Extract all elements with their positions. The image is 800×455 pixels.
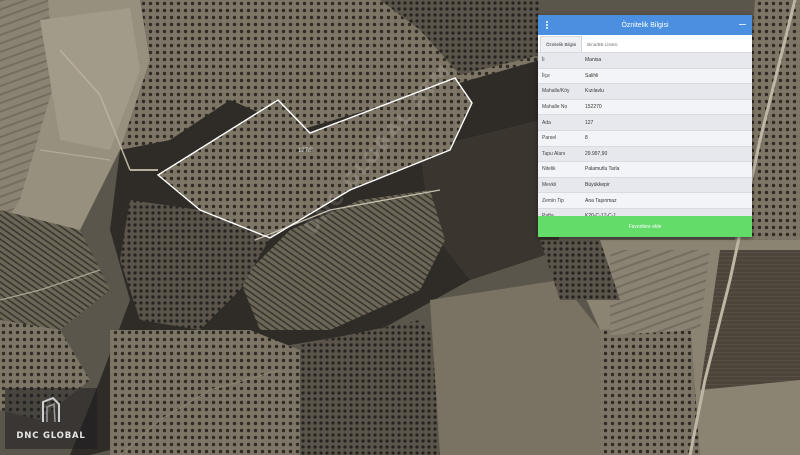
minus-icon[interactable] (738, 20, 747, 29)
panel-header: Öznitelik Bilgisi (538, 15, 752, 35)
panel-tabs: Öznitelik Bilgisi Bina/BB Listesi (538, 35, 752, 53)
row-label: İlçe (542, 72, 550, 79)
attribute-info-panel: Öznitelik Bilgisi Öznitelik Bilgisi Bina… (538, 15, 752, 237)
tab-attribute-info[interactable]: Öznitelik Bilgisi (540, 36, 583, 52)
row-value: 127 (585, 119, 594, 126)
table-row: Mevkii Büyükkepir (538, 177, 752, 194)
row-label: Tapu Alanı (542, 150, 566, 157)
row-value: Manisa (585, 57, 602, 64)
row-value: Palamutlu Tarla (585, 166, 620, 173)
row-value: Kızılavlu (585, 88, 604, 95)
row-label: Nitelik (542, 166, 556, 173)
vertical-dots-icon[interactable] (542, 19, 552, 31)
row-label: Ada (542, 119, 551, 126)
table-row: Nitelik Palamutlu Tarla (538, 162, 752, 178)
add-to-favorites-button[interactable]: Favorilere ekle (538, 216, 752, 237)
table-row: Parsel 8 (538, 130, 752, 147)
table-row: Zemin Tip Ana Taşınmaz (538, 193, 752, 209)
row-value: Salihli (585, 72, 599, 79)
table-row: Mahalle/Köy Kızılavlu (538, 84, 752, 100)
table-row: Mahalle No 152270 (538, 99, 752, 116)
row-label: Mahalle/Köy (542, 88, 570, 95)
table-row: Ada 127 (538, 115, 752, 131)
attribute-table: İl Manisa İlçe Salihli Mahalle/Köy Kızılavl… (538, 53, 752, 225)
table-row: İlçe Salihli (538, 68, 752, 85)
row-label: Zemin Tip (542, 197, 564, 204)
row-value: Ana Taşınmaz (585, 197, 617, 204)
row-label: İl (542, 57, 545, 64)
table-row: İl Manisa (538, 53, 752, 69)
table-row: Tapu Alanı 29.997,90 (538, 146, 752, 163)
row-label: Mevkii (542, 182, 557, 189)
parcel-number-label: 127/8 (298, 148, 314, 154)
tab-building-list[interactable]: Bina/BB Listesi (582, 37, 622, 52)
row-value: 152270 (585, 104, 602, 111)
row-value: Büyükkepir (585, 182, 610, 189)
panel-title: Öznitelik Bilgisi (621, 21, 669, 29)
row-value: 29.997,90 (585, 150, 608, 157)
logo-mark-icon (42, 396, 60, 423)
row-label: Mahalle No (542, 104, 568, 111)
logo-text: DNC GLOBAL (16, 431, 86, 441)
company-logo: DNC GLOBAL (5, 388, 97, 449)
row-label: Parsel (542, 135, 557, 142)
row-value: 8 (585, 135, 588, 142)
